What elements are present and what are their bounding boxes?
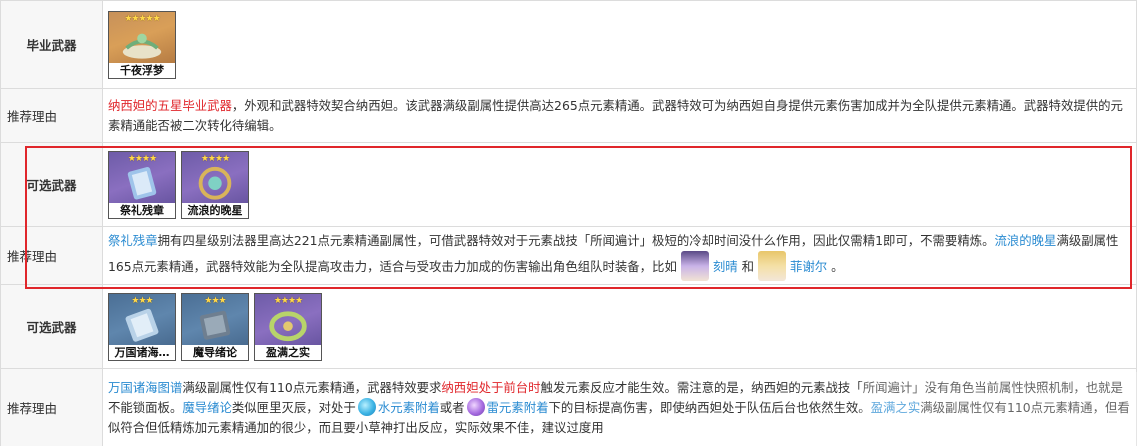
- highlight-text: 纳西妲的五星毕业武器: [108, 97, 232, 113]
- hydro-element-icon: [357, 397, 376, 416]
- star-rating: ★★★: [204, 295, 226, 306]
- alt-reason-row-1: 推荐理由 祭礼残章拥有四星级别法器里高达221点元素精通副属性，可借武器特效对于…: [0, 226, 1137, 285]
- weapon-card-wandering-evenstar[interactable]: ★★★★ 流浪的晚星: [181, 150, 249, 219]
- weapon-card-magic-guide[interactable]: ★★★ 魔导绪论: [181, 292, 249, 361]
- reason-body: 类似匣里灭辰，对处于: [231, 399, 356, 415]
- best-reason-text: 纳西妲的五星毕业武器，外观和武器特效契合纳西妲。该武器满级副属性提供高达265点…: [108, 96, 1131, 136]
- alt-reason-text-1: 祭礼残章拥有四星级别法器里高达221点元素精通副属性，可借武器特效对于元素战技「…: [108, 231, 1131, 281]
- weapon-link-wandering-evenstar[interactable]: 流浪的晚星: [995, 233, 1057, 248]
- weapon-table: 毕业武器 ★★★★★ 千夜浮梦 推荐理由 纳西妲的五星毕业武器，外观和武器特效契…: [0, 0, 1137, 446]
- alt-reason-row-2: 推荐理由 万国诸海图谱满级副属性仅有110点元素精通，武器特效要求纳西妲处于前台…: [0, 368, 1137, 446]
- conjunction: 或者: [439, 399, 465, 415]
- electro-element-icon: [466, 397, 485, 416]
- best-weapon-label: 毕业武器: [0, 0, 103, 89]
- weapon-link-sacrificial-fragments[interactable]: 祭礼残章: [108, 233, 158, 248]
- weapon-link-fruit-of-fulfillment[interactable]: 盈满之实: [871, 400, 921, 415]
- weapon-card-thousand-floating-dreams[interactable]: ★★★★★ 千夜浮梦: [108, 10, 176, 79]
- weapon-name: 流浪的晚星: [182, 202, 248, 218]
- ring-icon: [269, 310, 307, 341]
- weapon-name: 盈满之实: [255, 344, 321, 360]
- star-rating: ★★★★: [200, 153, 230, 164]
- weapon-card-oathsworn-atlas[interactable]: ★★★ 万国诸海…: [108, 292, 176, 361]
- electro-link[interactable]: 雷元素附着: [487, 400, 549, 415]
- reason-body: 满级副属性仅有110点元素精通，武器特效要求: [182, 379, 442, 395]
- keqing-avatar: [680, 250, 709, 281]
- best-weapon-cards: ★★★★★ 千夜浮梦: [102, 0, 1137, 89]
- alt-reason-text-2: 万国诸海图谱满级副属性仅有110点元素精通，武器特效要求纳西妲处于前台时触发元素…: [108, 378, 1131, 438]
- weapon-link-magic-guide[interactable]: 魔导绪论: [182, 400, 232, 415]
- star-rating: ★★★★★: [124, 13, 160, 24]
- character-link-fischl[interactable]: 菲谢尔: [790, 259, 827, 274]
- book-icon: [127, 166, 157, 200]
- star-rating: ★★★: [131, 295, 153, 306]
- fischl-avatar: [757, 250, 786, 281]
- alt-reason-label-1: 推荐理由: [0, 226, 103, 285]
- orb-icon: [198, 166, 232, 200]
- alt-weapon-label-1: 可选武器: [0, 142, 103, 227]
- punctuation: 。: [831, 258, 844, 274]
- book-icon: [125, 308, 159, 342]
- reason-body: 下的目标提高伤害，即使纳西妲处于队伍后台也依然生效。: [548, 399, 871, 415]
- weapon-name: 祭礼残章: [109, 202, 175, 218]
- best-reason-row: 推荐理由 纳西妲的五星毕业武器，外观和武器特效契合纳西妲。该武器满级副属性提供高…: [0, 88, 1137, 143]
- best-reason-label: 推荐理由: [0, 88, 103, 143]
- alt-weapon-row-1: 可选武器 ★★★★ 祭礼残章 ★★★★ 流浪的晚星: [0, 142, 1137, 227]
- weapon-link-oathsworn-atlas[interactable]: 万国诸海图谱: [108, 380, 182, 395]
- star-rating: ★★★★: [273, 295, 303, 306]
- reason-body: 满级副属性仅有110点元素精通: [920, 399, 1093, 415]
- alt-weapon-row-2: 可选武器 ★★★ 万国诸海… ★★★ 魔导绪论 ★★★★ 盈满之实: [0, 284, 1137, 369]
- reason-body: 拥有四星级别法器里高达221点元素精通副属性，可借武器特效对于元素战技「所闻遍计…: [157, 232, 995, 248]
- reason-body: ，外观和武器特效契合纳西妲。该武器满级副属性提供高达265点元素精通。武器特效可…: [108, 97, 1123, 133]
- hydro-link[interactable]: 水元素附着: [378, 400, 440, 415]
- highlight-text: 纳西妲处于前台时: [441, 379, 541, 395]
- star-rating: ★★★★: [127, 153, 157, 164]
- character-link-keqing[interactable]: 刻晴: [713, 259, 738, 274]
- weapon-name: 千夜浮梦: [109, 62, 175, 78]
- weapon-name: 万国诸海…: [109, 344, 175, 360]
- tome-icon: [199, 310, 231, 340]
- weapon-name: 魔导绪论: [182, 344, 248, 360]
- best-weapon-row: 毕业武器 ★★★★★ 千夜浮梦: [0, 0, 1137, 89]
- weapon-card-fruit-of-fulfillment[interactable]: ★★★★ 盈满之实: [254, 292, 322, 361]
- conjunction: 和: [741, 258, 754, 274]
- weapon-card-sacrificial-fragments[interactable]: ★★★★ 祭礼残章: [108, 150, 176, 219]
- alt-weapon-label-2: 可选武器: [0, 284, 103, 369]
- alt-reason-label-2: 推荐理由: [0, 368, 103, 446]
- catalyst-icon: [122, 33, 162, 59]
